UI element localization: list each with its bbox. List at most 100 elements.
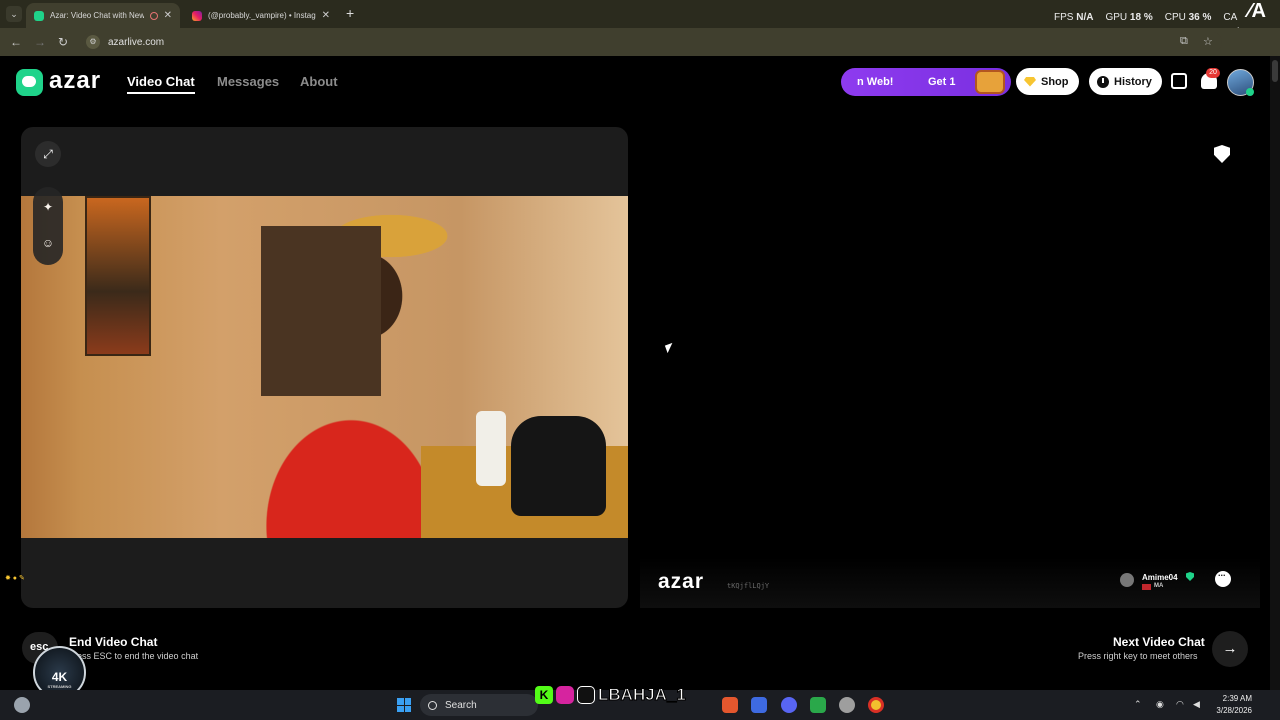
tab-title: (@probably._vampire) • Instag [208, 11, 316, 20]
paper-towel-roll [476, 411, 506, 486]
tray-overflow-icon[interactable]: ⌃ [1134, 699, 1142, 710]
partner-name[interactable]: Amime04 [1142, 573, 1178, 582]
history-label: History [1114, 75, 1152, 88]
tab-instagram[interactable]: (@probably._vampire) • Instag ✕ [184, 3, 338, 28]
nav-messages[interactable]: Messages [217, 74, 279, 89]
shop-button[interactable]: Shop [1016, 68, 1079, 95]
partner-country: MA [1154, 583, 1164, 589]
search-icon [428, 700, 437, 710]
gpu-stat: GPU 18 % [1105, 12, 1153, 23]
chrome-icon[interactable] [868, 697, 884, 713]
shop-label: Shop [1041, 75, 1069, 88]
bookmark-star-icon[interactable]: ☆ [1203, 35, 1213, 48]
face-filter-icon[interactable]: ☺ [40, 235, 56, 251]
close-tab-icon[interactable]: ✕ [164, 10, 172, 21]
new-tab-icon[interactable]: + [346, 5, 354, 21]
clock-icon [1097, 75, 1109, 88]
site-header: azar Video Chat Messages About n Web! Ge… [0, 56, 1270, 110]
windows-start-icon[interactable] [397, 698, 411, 712]
partner-video-feed [810, 127, 1080, 608]
promo-text-right: Get 1 [928, 76, 956, 88]
weather-icon[interactable] [14, 697, 30, 713]
magic-wand-icon[interactable]: ✦ [40, 199, 56, 215]
performance-overlay: FPS N/A GPU 18 % CPU 36 % CA [1054, 12, 1237, 23]
taskbar-search[interactable]: Search [420, 694, 538, 716]
partner-info-bar: azar tKQjflLQjY Amime04 MA [640, 557, 1260, 608]
taskbar-clock[interactable]: 2:39 AM 3/28/2026 [1212, 693, 1252, 717]
end-chat-title[interactable]: End Video Chat [69, 635, 157, 649]
social-handle-overlay: K LBAHJA_1 [535, 684, 686, 706]
azar-logo-icon[interactable] [16, 69, 43, 96]
remote-desktop-icon[interactable] [751, 697, 767, 713]
volume-icon[interactable]: ◀ [1193, 699, 1200, 710]
fps-stat: FPS N/A [1054, 12, 1094, 23]
history-button[interactable]: History [1089, 68, 1162, 95]
page-scrollbar[interactable] [1270, 56, 1280, 690]
site-info-icon[interactable]: ⚙ [86, 35, 100, 49]
badge-sub: STREAMING [47, 684, 72, 689]
url-field[interactable]: ⚙ azarlive.com [82, 32, 1222, 52]
recording-icon [149, 11, 158, 20]
partner-video-panel: azar tKQjflLQjY Amime04 MA [640, 127, 1260, 608]
self-camera-feed [21, 196, 628, 538]
expand-icon[interactable]: ⤢ [35, 141, 61, 167]
verified-badge-icon [1186, 572, 1194, 581]
azar-watermark: azar [658, 570, 705, 593]
tab-search-icon[interactable]: ⌄ [6, 6, 22, 22]
partner-avatar[interactable] [1120, 573, 1134, 587]
channel-logo-icon: ⁄A [1248, 0, 1266, 22]
tab-title: Azar: Video Chat with New [50, 11, 144, 20]
scroll-thumb[interactable] [1272, 60, 1278, 82]
chat-bubble-icon[interactable] [1215, 568, 1231, 587]
country-flag-icon [1142, 584, 1151, 590]
promo-text-left: n Web! [857, 76, 894, 88]
microphone-icon[interactable]: ◉ [1156, 699, 1164, 710]
extra-stat: CA [1223, 12, 1238, 23]
inbox-icon[interactable] [1171, 73, 1187, 89]
azar-logo-text[interactable]: azar [49, 67, 101, 95]
clock-date: 3/28/2026 [1216, 706, 1252, 715]
forward-icon[interactable]: → [34, 35, 46, 49]
search-label: Search [445, 699, 477, 711]
badge-4k: 4K [51, 670, 68, 684]
azar-favicon-icon [34, 10, 44, 21]
emoji-reactions: ✸ ● ✎ [5, 575, 25, 582]
social-handle: LBAHJA_1 [598, 685, 687, 705]
promo-banner[interactable]: n Web! Get 1 [841, 68, 1011, 96]
address-bar: ← → ↻ ⚙ azarlive.com ⧉ ☆ [0, 28, 1280, 56]
black-bag [511, 416, 606, 516]
self-video-panel: ⤢ ✦ ☺ [21, 127, 628, 608]
discord-icon[interactable] [781, 697, 797, 713]
treasure-chest-icon [975, 70, 1005, 94]
back-icon[interactable]: ← [10, 35, 22, 49]
wifi-icon[interactable]: ◠ [1176, 699, 1184, 710]
instagram-favicon-icon [192, 10, 202, 21]
session-id: tKQjflLQjY [727, 582, 770, 590]
tab-azar[interactable]: Azar: Video Chat with New ✕ [26, 3, 180, 28]
next-chat-button[interactable]: → [1212, 631, 1248, 667]
effects-toolbar: ✦ ☺ [33, 187, 63, 265]
gem-icon [1024, 76, 1036, 87]
tiktok-icon [577, 686, 595, 704]
notification-badge: 20 [1206, 68, 1220, 78]
brave-icon[interactable] [722, 697, 738, 713]
close-tab-icon[interactable]: ✕ [322, 10, 330, 21]
instagram-icon [556, 686, 574, 704]
install-app-icon[interactable]: ⧉ [1180, 35, 1188, 48]
kick-icon: K [535, 686, 553, 704]
clock-time: 2:39 AM [1222, 694, 1252, 703]
settings-icon[interactable] [839, 697, 855, 713]
online-status-icon [1246, 88, 1254, 96]
nav-video-chat[interactable]: Video Chat [127, 74, 195, 94]
cpu-stat: CPU 36 % [1164, 12, 1212, 23]
report-shield-icon[interactable] [1214, 145, 1230, 163]
background-doorway [261, 226, 381, 396]
end-chat-hint: ess ESC to end the video chat [77, 651, 199, 661]
nav-about[interactable]: About [300, 74, 338, 89]
url-text: azarlive.com [108, 36, 165, 48]
wall-painting [85, 196, 151, 356]
next-chat-title[interactable]: Next Video Chat [1113, 635, 1205, 649]
reload-icon[interactable]: ↻ [58, 35, 68, 49]
next-chat-hint: Press right key to meet others [1078, 651, 1198, 661]
media-player-icon[interactable] [810, 697, 826, 713]
